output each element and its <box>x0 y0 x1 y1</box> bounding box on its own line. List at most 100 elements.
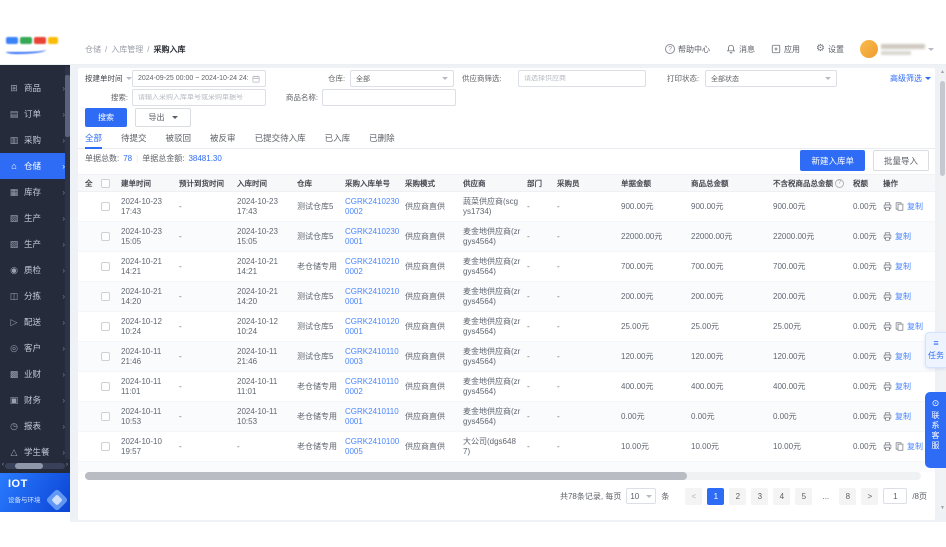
page-button-3[interactable]: 3 <box>751 488 768 505</box>
page-button-2[interactable]: 2 <box>729 488 746 505</box>
sidebar-scrollbar[interactable] <box>65 67 70 459</box>
tab-5[interactable]: 已入库 <box>325 129 351 149</box>
copy-doc-icon[interactable] <box>895 322 904 331</box>
advanced-filter-link[interactable]: 高级筛选 <box>890 70 931 87</box>
print-icon[interactable] <box>883 262 892 271</box>
cell-order-no[interactable]: CGRK24102300001 <box>345 222 405 251</box>
sidebar-hscroll-thumb[interactable] <box>15 463 43 469</box>
copy-action-link[interactable]: 复制 <box>907 202 923 212</box>
page-button-8[interactable]: 8 <box>839 488 856 505</box>
cell-order-no[interactable]: CGRK24101100003 <box>345 342 405 371</box>
row-checkbox[interactable] <box>101 262 110 271</box>
sidebar-item-delivery[interactable]: ▷配送› <box>0 309 70 335</box>
iot-banner[interactable]: IOT 设备与环境 <box>0 473 70 512</box>
warehouse-select[interactable]: 全部 <box>350 70 454 87</box>
date-range-input[interactable] <box>132 70 266 87</box>
keyword-input[interactable] <box>132 89 266 106</box>
scroll-left-icon[interactable]: ‹ <box>2 462 4 469</box>
info-icon[interactable]: ? <box>835 179 844 188</box>
cell-order-no[interactable]: CGRK24102300002 <box>345 192 405 221</box>
cell-order-no[interactable]: CGRK241010 <box>345 462 405 472</box>
time-field-select[interactable]: 按建单时间 <box>85 70 132 87</box>
copy-action-link[interactable]: 复制 <box>907 442 923 452</box>
sidebar-item-report[interactable]: ◷报表› <box>0 413 70 439</box>
print-icon[interactable] <box>883 292 892 301</box>
print-icon[interactable] <box>883 382 892 391</box>
print-icon[interactable] <box>883 202 892 211</box>
row-checkbox[interactable] <box>101 322 110 331</box>
page-button-4[interactable]: 4 <box>773 488 790 505</box>
sidebar-item-sorting[interactable]: ◫分拣› <box>0 283 70 309</box>
next-page-button[interactable]: > <box>861 488 878 505</box>
sidebar-item-customer[interactable]: ◎客户› <box>0 335 70 361</box>
batch-import-button[interactable]: 批量导入 <box>873 150 929 171</box>
copy-doc-icon[interactable] <box>895 202 904 211</box>
messages-button[interactable]: 消息 <box>726 44 755 55</box>
cell-order-no[interactable]: CGRK24102100002 <box>345 252 405 281</box>
row-checkbox[interactable] <box>101 382 110 391</box>
sidebar-item-qc[interactable]: ◉质检› <box>0 257 70 283</box>
scroll-up-icon[interactable]: ▲ <box>939 69 946 75</box>
tab-2[interactable]: 被驳回 <box>166 129 192 149</box>
user-menu[interactable] <box>860 40 934 58</box>
column-settings-toggle[interactable]: 全 <box>85 175 101 191</box>
print-icon[interactable] <box>883 232 892 241</box>
prev-page-button[interactable]: < <box>685 488 702 505</box>
scroll-right-icon[interactable]: › <box>66 462 68 469</box>
tab-0[interactable]: 全部 <box>85 129 102 149</box>
row-checkbox[interactable] <box>101 232 110 241</box>
main-vscroll-thumb[interactable] <box>940 81 945 176</box>
row-checkbox[interactable] <box>101 352 110 361</box>
copy-action-link[interactable]: 复制 <box>907 322 923 332</box>
sidebar-item-inventory[interactable]: ▦库存› <box>0 179 70 205</box>
sidebar-item-warehouse[interactable]: ⌂仓储› <box>0 153 70 179</box>
copy-doc-icon[interactable] <box>895 442 904 451</box>
tab-3[interactable]: 被反审 <box>210 129 236 149</box>
product-name-input[interactable] <box>322 89 456 106</box>
print-icon[interactable] <box>883 442 892 451</box>
print-status-select[interactable]: 全部状态 <box>705 70 837 87</box>
sidebar-item-production-2[interactable]: ▨生产› <box>0 231 70 257</box>
cell-order-no[interactable]: CGRK24101000005 <box>345 432 405 461</box>
scroll-down-icon[interactable]: ▼ <box>939 505 946 511</box>
cell-order-no[interactable]: CGRK24102100001 <box>345 282 405 311</box>
row-checkbox[interactable] <box>101 442 110 451</box>
select-all-checkbox[interactable] <box>101 179 110 188</box>
print-icon[interactable] <box>883 352 892 361</box>
sidebar-item-finance[interactable]: ▣财务› <box>0 387 70 413</box>
per-page-select[interactable]: 10 <box>626 488 656 504</box>
cell-order-no[interactable]: CGRK24101100002 <box>345 372 405 401</box>
table-hscrollbar[interactable] <box>85 472 921 480</box>
sidebar-item-biz-finance[interactable]: ▩业财› <box>0 361 70 387</box>
task-float-button[interactable]: ≡ 任务 <box>925 332 946 368</box>
row-checkbox[interactable] <box>101 412 110 421</box>
tab-1[interactable]: 待提交 <box>121 129 147 149</box>
copy-action-link[interactable]: 复制 <box>895 382 911 392</box>
row-checkbox[interactable] <box>101 202 110 211</box>
sidebar-item-product[interactable]: ⊞商品› <box>0 75 70 101</box>
sidebar-item-order[interactable]: ▤订单› <box>0 101 70 127</box>
breadcrumb-warehouse[interactable]: 仓储 <box>85 44 101 55</box>
sidebar-item-purchase[interactable]: ▥采购› <box>0 127 70 153</box>
page-button-1[interactable]: 1 <box>707 488 724 505</box>
search-button[interactable]: 搜索 <box>85 108 127 127</box>
tab-6[interactable]: 已删除 <box>369 129 395 149</box>
copy-action-link[interactable]: 复制 <box>895 352 911 362</box>
copy-action-link[interactable]: 复制 <box>895 412 911 422</box>
print-icon[interactable] <box>883 412 892 421</box>
supplier-input[interactable] <box>518 70 646 87</box>
row-checkbox[interactable] <box>101 292 110 301</box>
create-inbound-button[interactable]: 新建入库单 <box>800 150 865 171</box>
print-icon[interactable] <box>883 322 892 331</box>
table-hscroll-thumb[interactable] <box>85 472 687 480</box>
breadcrumb-inbound-mgmt[interactable]: 入库管理 <box>111 44 143 55</box>
settings-button[interactable]: ⚙ 设置 <box>816 44 844 55</box>
contact-service-button[interactable]: ⊙ 联系客服 <box>925 392 946 468</box>
help-center-button[interactable]: ? 帮助中心 <box>665 44 710 55</box>
cell-order-no[interactable]: CGRK24101200001 <box>345 312 405 341</box>
export-button[interactable]: 导出 <box>135 108 191 127</box>
sidebar-hscrollbar[interactable]: ‹ › <box>2 462 68 469</box>
sidebar-item-production-1[interactable]: ▧生产› <box>0 205 70 231</box>
page-button-5[interactable]: 5 <box>795 488 812 505</box>
copy-action-link[interactable]: 复制 <box>895 232 911 242</box>
